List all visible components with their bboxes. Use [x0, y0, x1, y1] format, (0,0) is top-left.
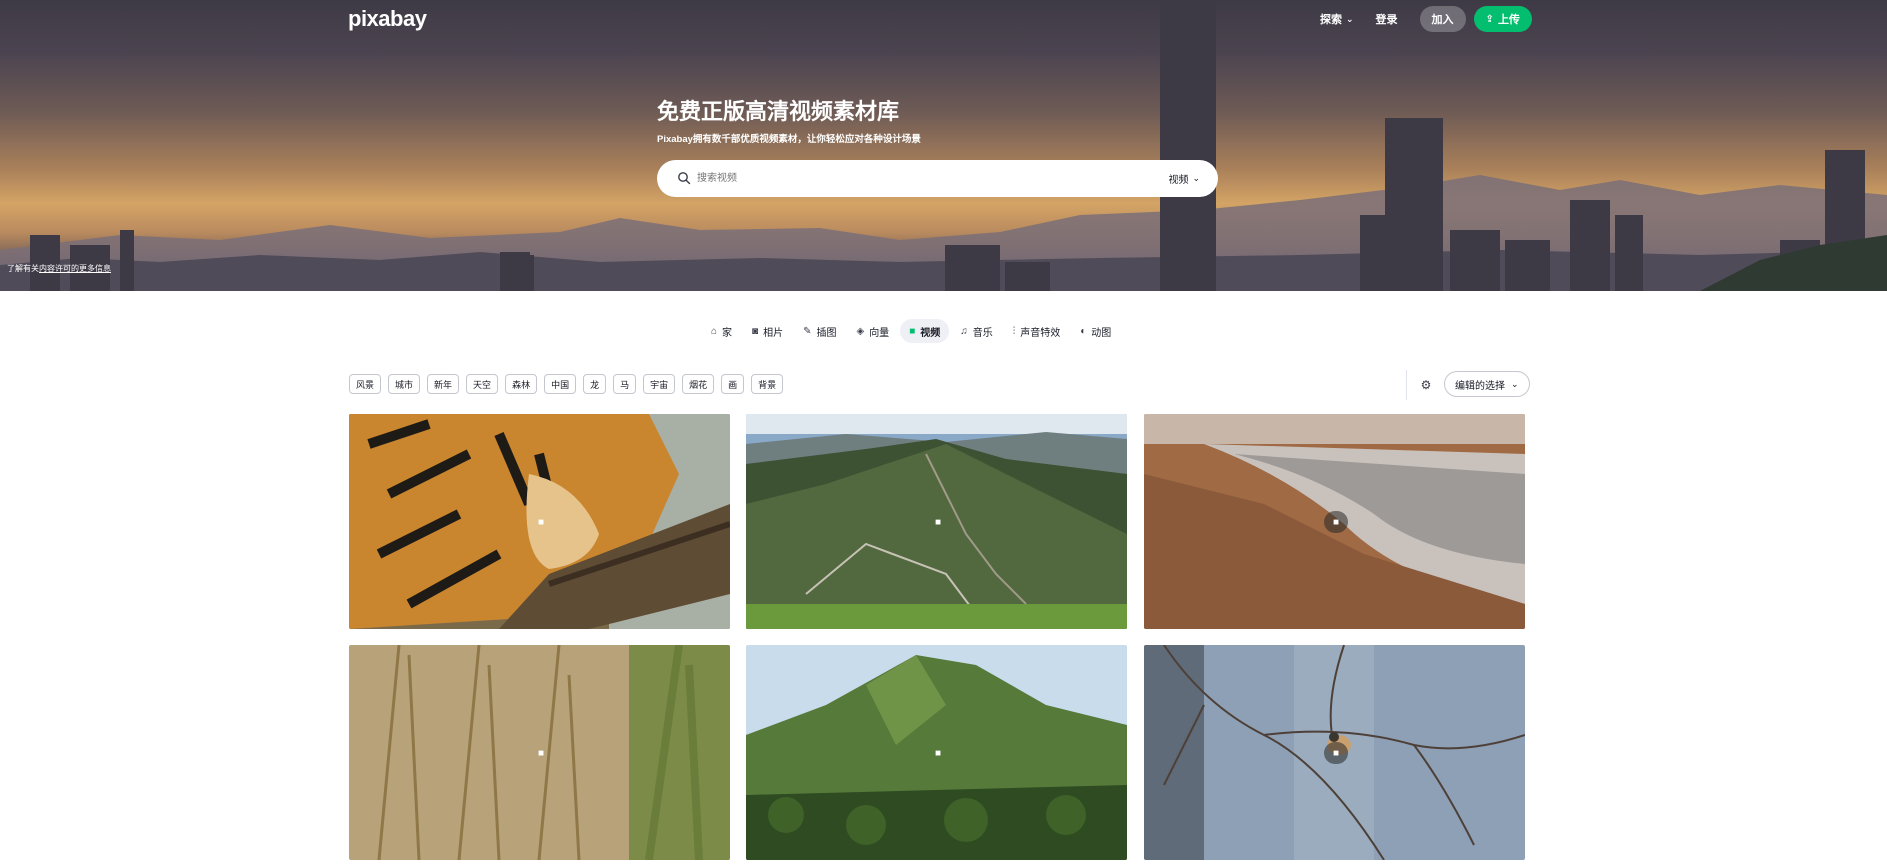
search-bar: 视频 ⌄ [657, 160, 1218, 197]
chevron-down-icon: ⌄ [1192, 173, 1200, 183]
search-type-select[interactable]: 视频 ⌄ [1168, 171, 1200, 186]
search-input[interactable] [697, 168, 1097, 188]
music-icon: ♫ [960, 325, 968, 337]
video-tile-great-wall[interactable]: ■ [746, 414, 1127, 629]
tag-list: 风景 城市 新年 天空 森林 中国 龙 马 宇宙 烟花 画 背景 [349, 374, 790, 394]
video-camera-icon: ■ [537, 516, 545, 528]
explore-menu[interactable]: 探索 ⌄ [1320, 11, 1354, 27]
pixabay-logo[interactable]: pixabay [348, 6, 427, 32]
hero-subtitle: Pixabay拥有数千部优质视频素材，让你轻松应对各种设计场景 [657, 134, 921, 145]
tab-label: 声音特效 [1020, 327, 1061, 339]
tag-chip[interactable]: 新年 [427, 374, 460, 394]
video-camera-icon: ■ [934, 747, 942, 759]
soundwave-icon: ⫶ [1012, 325, 1016, 337]
category-tabs: ⌂ 家 ◙ 相片 ✎ 插图 ◈ 向量 ■ 视频 ♫ 音乐 ⫶ 声音特效 ◐ 动图 [702, 319, 1122, 343]
tab-vectors[interactable]: ◈ 向量 [847, 319, 898, 343]
tag-chip[interactable]: 风景 [349, 374, 382, 394]
tab-label: 插图 [816, 327, 837, 339]
tag-chip[interactable]: 马 [613, 374, 637, 394]
chevron-down-icon: ⌄ [1511, 378, 1519, 389]
video-tile-grass[interactable]: ■ [349, 645, 730, 860]
tab-gifs[interactable]: ◐ 动图 [1071, 319, 1120, 343]
sort-label: 编辑的选择 [1455, 380, 1505, 392]
tab-photos[interactable]: ◙ 相片 [743, 319, 792, 343]
upload-icon: ⇪ [1485, 13, 1494, 25]
brush-icon: ✎ [803, 325, 812, 337]
tag-chip[interactable]: 森林 [505, 374, 538, 394]
video-tile-tiger[interactable]: ■ [349, 414, 730, 629]
tag-chip[interactable]: 城市 [388, 374, 421, 394]
tag-chip[interactable]: 烟花 [682, 374, 715, 394]
tab-label: 向量 [869, 327, 890, 339]
video-camera-icon: ■ [1324, 511, 1348, 533]
tag-chip[interactable]: 背景 [751, 374, 784, 394]
video-tile-beach[interactable]: ■ [1144, 414, 1525, 629]
chevron-down-icon: ⌄ [1346, 13, 1354, 24]
tab-music[interactable]: ♫ 音乐 [951, 319, 1002, 343]
search-type-label: 视频 [1168, 175, 1189, 186]
tab-home[interactable]: ⌂ 家 [702, 319, 741, 343]
tab-sound-effects[interactable]: ⫶ 声音特效 [1004, 319, 1070, 343]
video-camera-icon: ■ [537, 747, 545, 759]
video-icon: ■ [909, 325, 916, 337]
license-link[interactable]: 内容许可的更多信息 [39, 264, 111, 273]
tag-chip[interactable]: 画 [721, 374, 745, 394]
video-tile-bird[interactable]: ■ [1144, 645, 1525, 860]
upload-label: 上传 [1497, 14, 1520, 26]
explore-label: 探索 [1320, 14, 1342, 26]
license-prefix: 了解有关 [7, 264, 39, 273]
tab-label: 动图 [1091, 327, 1112, 339]
tab-label: 家 [722, 327, 733, 339]
license-info: 了解有关内容许可的更多信息 [7, 263, 111, 274]
tag-chip[interactable]: 宇宙 [643, 374, 676, 394]
top-navigation: pixabay 探索 ⌄ 登录 加入 ⇪ 上传 [0, 0, 1887, 38]
tab-label: 视频 [920, 327, 941, 339]
video-tile-mountain[interactable]: ■ [746, 645, 1127, 860]
tab-illustrations[interactable]: ✎ 插图 [794, 319, 845, 343]
gear-icon[interactable]: ⚙ [1418, 377, 1434, 393]
tab-label: 音乐 [972, 327, 993, 339]
tag-chip[interactable]: 中国 [544, 374, 577, 394]
login-link[interactable]: 登录 [1376, 11, 1398, 27]
tag-chip[interactable]: 天空 [466, 374, 499, 394]
tab-videos[interactable]: ■ 视频 [900, 319, 950, 343]
toolbar-divider [1406, 370, 1407, 400]
vector-icon: ◈ [856, 325, 865, 337]
join-button[interactable]: 加入 [1419, 6, 1466, 32]
hero-title: 免费正版高清视频素材库 [657, 99, 900, 124]
gif-icon: ◐ [1080, 325, 1087, 337]
hero-banner: pixabay 探索 ⌄ 登录 加入 ⇪ 上传 免费正版高清视频素材库 Pixa… [0, 0, 1887, 291]
sort-select[interactable]: 编辑的选择 ⌄ [1444, 371, 1530, 397]
tab-label: 相片 [763, 327, 784, 339]
tag-chip[interactable]: 龙 [583, 374, 607, 394]
nav-actions: 探索 ⌄ 登录 加入 ⇪ 上传 [1320, 6, 1532, 32]
search-icon [678, 172, 691, 185]
upload-button[interactable]: ⇪ 上传 [1473, 6, 1532, 32]
video-camera-icon: ■ [1324, 742, 1348, 764]
hero-skyline-image [0, 0, 1887, 291]
camera-icon: ◙ [752, 325, 759, 337]
home-icon: ⌂ [711, 325, 718, 337]
video-camera-icon: ■ [934, 516, 942, 528]
